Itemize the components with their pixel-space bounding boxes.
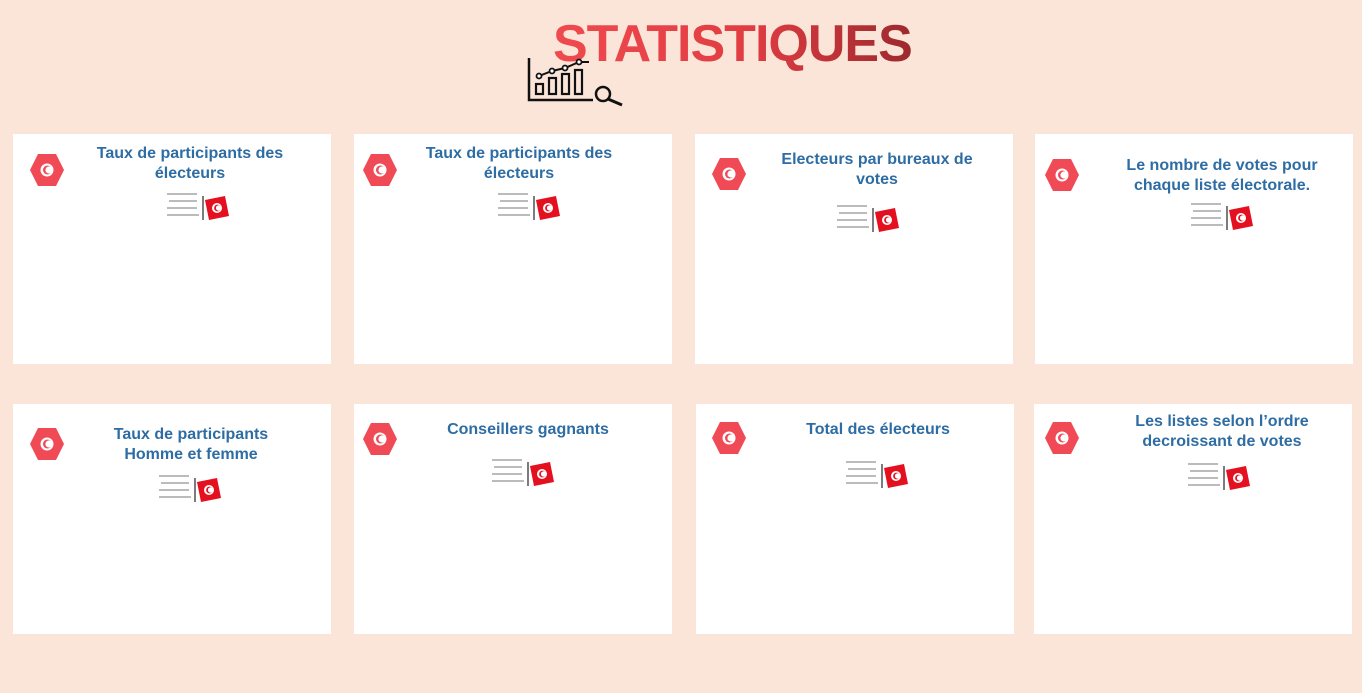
isie-logo-icon	[492, 459, 554, 486]
stat-card-participation-rate[interactable]: Taux de participants des électeurs	[13, 134, 331, 364]
isie-logo-icon	[167, 193, 229, 220]
isie-logo-icon	[837, 205, 899, 232]
card-title: Taux de participants Homme et femme	[113, 426, 269, 463]
stat-card-voters-by-office[interactable]: Electeurs par bureaux de votes	[695, 134, 1013, 364]
isie-logo-icon	[498, 193, 560, 220]
card-title: Taux de participants des électeurs	[425, 145, 613, 182]
tunisia-flag-badge-icon	[30, 154, 64, 186]
stat-card-participation-rate[interactable]: Taux de participants des électeurs	[354, 134, 672, 364]
stat-card-participation-gender[interactable]: Taux de participants Homme et femme	[13, 404, 331, 634]
tunisia-flag-badge-icon	[363, 423, 397, 455]
stat-card-votes-per-list[interactable]: Le nombre de votes pour chaque liste éle…	[1035, 134, 1353, 364]
isie-logo-icon	[159, 475, 221, 502]
tunisia-flag-badge-icon	[712, 422, 746, 454]
card-title: Les listes selon l’ordre decroissant de …	[1135, 413, 1309, 450]
card-title: Le nombre de votes pour chaque liste éle…	[1126, 157, 1318, 194]
card-title: Taux de participants des électeurs	[96, 145, 284, 182]
tunisia-flag-badge-icon	[1045, 422, 1079, 454]
card-title: Electeurs par bureaux de votes	[781, 151, 973, 188]
isie-logo-icon	[1191, 203, 1253, 230]
stat-card-total-voters[interactable]: Total des électeurs	[696, 404, 1014, 634]
tunisia-flag-badge-icon	[712, 158, 746, 190]
tunisia-flag-badge-icon	[1045, 159, 1079, 191]
tunisia-flag-badge-icon	[363, 154, 397, 186]
card-title: Total des électeurs	[806, 421, 950, 438]
isie-logo-icon	[1188, 463, 1250, 490]
chart-search-icon	[527, 58, 623, 107]
card-title: Conseillers gagnants	[447, 421, 609, 438]
tunisia-flag-badge-icon	[30, 428, 64, 460]
stat-card-winning-councillors[interactable]: Conseillers gagnants	[354, 404, 672, 634]
stat-card-lists-by-votes[interactable]: Les listes selon l’ordre decroissant de …	[1034, 404, 1352, 634]
isie-logo-icon	[846, 461, 908, 488]
